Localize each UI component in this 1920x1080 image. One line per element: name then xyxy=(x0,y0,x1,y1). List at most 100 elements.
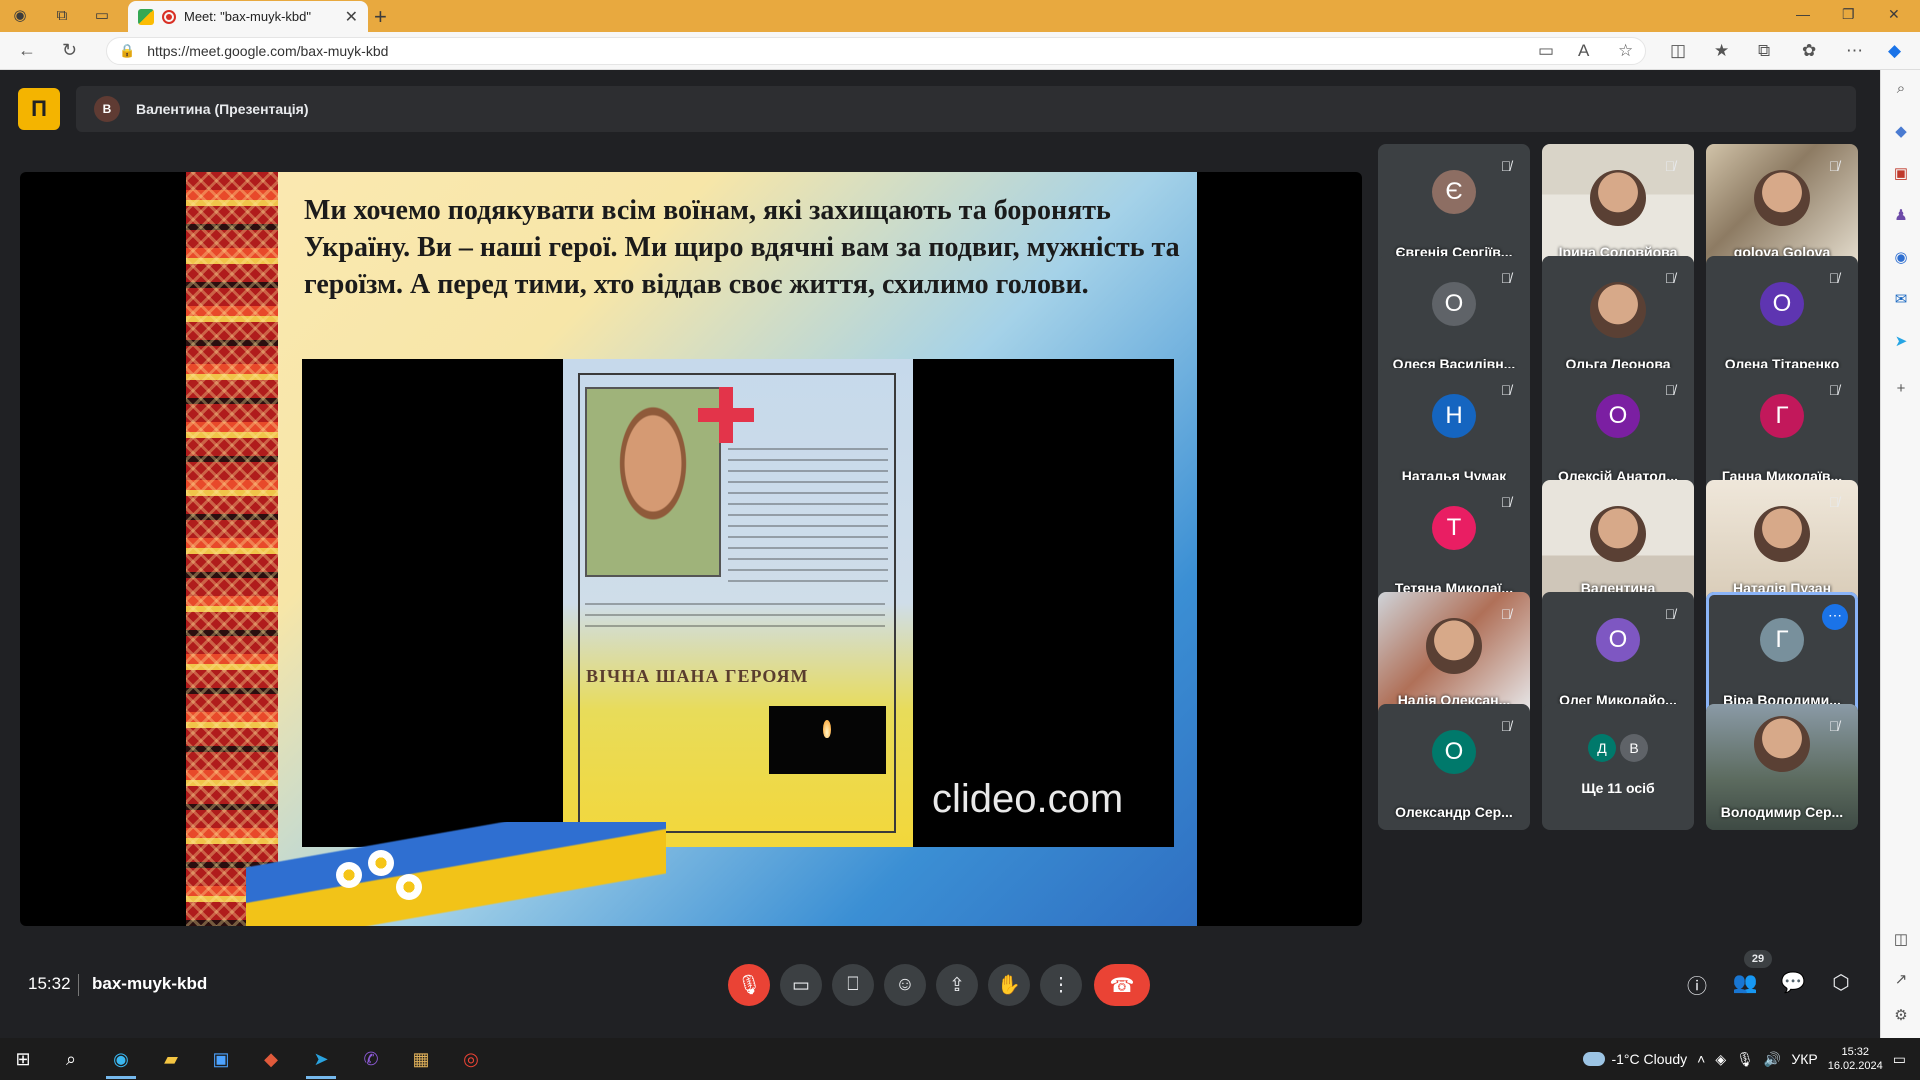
presenter-label: Валентина (Презентація) xyxy=(136,101,309,117)
camera-button[interactable]: ▭ xyxy=(780,964,822,1006)
participant-tile[interactable]: Д В Ще 11 осіб xyxy=(1542,704,1694,830)
viber-icon[interactable]: ✆ xyxy=(358,1046,384,1072)
chrome-icon[interactable]: ◎ xyxy=(458,1046,484,1072)
participant-tile[interactable]: Є 🎙̸ Євгенія Сергіїв... xyxy=(1378,144,1530,270)
microphone-icon[interactable]: 🎙 xyxy=(1736,1051,1754,1068)
edge-icon[interactable]: ◉ xyxy=(108,1046,134,1072)
present-button[interactable]: ⇪ xyxy=(936,964,978,1006)
more-options-button[interactable]: ⋮ xyxy=(1040,964,1082,1006)
games-icon[interactable]: ♟ xyxy=(1891,206,1911,226)
participant-tile[interactable]: О 🎙̸ Олексій Анатол... xyxy=(1542,368,1694,494)
back-icon[interactable]: ← xyxy=(18,40,36,61)
read-aloud-icon[interactable]: A xyxy=(1578,41,1589,61)
tools-icon[interactable]: ▣ xyxy=(1891,164,1911,184)
control-bar: 15:32 bax-muyk-kbd 🎙 ▭ ⎕ ☺ ⇪ ✋ ⋮ ☎ ⓘ 👥 2… xyxy=(0,950,1880,1038)
input-language[interactable]: УКР xyxy=(1791,1051,1817,1067)
participant-name: Ще 11 осіб xyxy=(1581,780,1655,796)
emoji-button[interactable]: ☺ xyxy=(884,964,926,1006)
meeting-details-icon[interactable]: ⓘ xyxy=(1682,970,1712,1000)
participant-tile[interactable]: Г ⋯ Віра Володими... xyxy=(1706,592,1858,718)
copilot-icon[interactable]: ◆ xyxy=(1888,41,1901,61)
outlook-icon[interactable]: ✉ xyxy=(1891,290,1911,310)
workspaces-icon[interactable]: ⧉ xyxy=(52,6,72,26)
end-call-button[interactable]: ☎ xyxy=(1094,964,1150,1006)
favorite-star-icon[interactable]: ☆ xyxy=(1618,41,1633,61)
edge-sidebar: ⌕ ◆ ▣ ♟ ◉ ✉ ➤ + ◫ ↗ ⚙ xyxy=(1880,70,1920,1038)
tab-actions-icon[interactable]: ▭ xyxy=(92,6,112,26)
app-icon-2[interactable]: ▦ xyxy=(408,1046,434,1072)
office-icon[interactable]: ◉ xyxy=(1891,248,1911,268)
poster-heading: ВІЧНА ШАНА ГЕРОЯМ xyxy=(586,666,809,686)
participant-tile[interactable]: 🎙̸ Ірина Соловйова xyxy=(1542,144,1694,270)
minimize-button[interactable]: — xyxy=(1796,6,1810,22)
favorites-icon[interactable]: ★ xyxy=(1714,41,1729,61)
participant-face xyxy=(1754,716,1810,772)
daisy-icon xyxy=(368,850,394,876)
participant-tile[interactable]: Валентина xyxy=(1542,480,1694,606)
add-sidebar-icon[interactable]: + xyxy=(1891,380,1911,400)
participant-tile[interactable]: Т 🎙̸ Тетяна Миколаї... xyxy=(1378,480,1530,606)
active-indicator xyxy=(106,1076,136,1079)
notifications-icon[interactable]: ▭ xyxy=(1893,1051,1906,1068)
profile-icon[interactable]: ◉ xyxy=(10,6,30,26)
more-options-icon[interactable]: ⋯ xyxy=(1846,41,1863,61)
participant-tile[interactable]: 🎙̸ golova Golova xyxy=(1706,144,1858,270)
split-screen-icon[interactable]: ◫ xyxy=(1670,41,1686,61)
captions-button[interactable]: ⎕ xyxy=(832,964,874,1006)
participant-tile[interactable]: 🎙̸ Володимир Сер... xyxy=(1706,704,1858,830)
participant-tile[interactable]: О 🎙̸ Олена Тітаренко xyxy=(1706,256,1858,382)
poster-info-lines-2 xyxy=(585,594,885,632)
microphone-off-button[interactable]: 🎙 xyxy=(728,964,770,1006)
muted-mic-icon: 🎙̸ xyxy=(1828,494,1840,510)
search-icon[interactable]: ⌕ xyxy=(58,1046,84,1072)
presentation-icon[interactable]: П xyxy=(18,88,60,130)
app-icon[interactable]: ◆ xyxy=(258,1046,284,1072)
participant-avatar: Т xyxy=(1432,506,1476,550)
activities-icon[interactable]: ⬡ xyxy=(1826,970,1856,1000)
muted-mic-icon: 🎙̸ xyxy=(1500,494,1512,510)
camera-in-use-icon[interactable]: ▭ xyxy=(1538,41,1554,61)
address-bar[interactable]: 🔒 https://meet.google.com/bax-muyk-kbd xyxy=(106,37,1646,65)
chat-icon[interactable]: 💬 xyxy=(1778,970,1808,1000)
chevron-up-icon[interactable]: ˄ xyxy=(1697,1051,1705,1067)
external-link-icon[interactable]: ↗ xyxy=(1891,970,1911,990)
lock-icon[interactable]: 🔒 xyxy=(119,43,135,59)
participant-tile[interactable]: О 🎙̸ Олеся Василівн... xyxy=(1378,256,1530,382)
meeting-code: bax-muyk-kbd xyxy=(92,974,208,993)
participant-tile[interactable]: 🎙̸ Ольга Леонова xyxy=(1542,256,1694,382)
slide-video: ВІЧНА ШАНА ГЕРОЯМ clideo.com xyxy=(302,359,1174,847)
active-tab[interactable]: Meet: "bax-muyk-kbd" ✕ xyxy=(128,1,368,32)
weather-widget[interactable]: -1°C Cloudy xyxy=(1583,1051,1687,1067)
muted-mic-icon: 🎙̸ xyxy=(1664,270,1676,286)
settings-icon[interactable]: ⚙ xyxy=(1891,1006,1911,1026)
file-explorer-icon[interactable]: ▰ xyxy=(158,1046,184,1072)
participant-tile[interactable]: 🎙̸ Надія Олексан... xyxy=(1378,592,1530,718)
telegram-icon[interactable]: ➤ xyxy=(308,1046,334,1072)
participant-tile[interactable]: О 🎙̸ Олександр Сер... xyxy=(1378,704,1530,830)
close-window-button[interactable]: ✕ xyxy=(1888,6,1900,23)
taskbar-clock[interactable]: 15:32 16.02.2024 xyxy=(1828,1045,1883,1073)
speaker-icon[interactable]: 🔊 xyxy=(1764,1051,1781,1068)
people-icon[interactable]: 👥 xyxy=(1730,970,1760,1000)
restore-button[interactable]: ❐ xyxy=(1842,6,1855,23)
network-icon[interactable]: ◈ xyxy=(1715,1051,1726,1068)
muted-mic-icon: 🎙̸ xyxy=(1828,382,1840,398)
new-tab-button[interactable]: + xyxy=(374,4,387,30)
store-icon[interactable]: ▣ xyxy=(208,1046,234,1072)
participant-tile[interactable]: О 🎙̸ Олег Миколайо... xyxy=(1542,592,1694,718)
telegram-icon[interactable]: ➤ xyxy=(1891,332,1911,352)
participant-tile[interactable]: 🎙̸ Наталія Пузан xyxy=(1706,480,1858,606)
close-tab-icon[interactable]: ✕ xyxy=(345,7,358,27)
refresh-icon[interactable]: ↻ xyxy=(62,40,77,61)
participant-tile[interactable]: Г 🎙̸ Ганна Миколаїв... xyxy=(1706,368,1858,494)
collections-icon[interactable]: ⧉ xyxy=(1758,41,1770,61)
tile-more-icon[interactable]: ⋯ xyxy=(1822,604,1848,630)
sidebar-layout-icon[interactable]: ◫ xyxy=(1891,930,1911,950)
search-icon[interactable]: ⌕ xyxy=(1891,80,1911,100)
windows-start-icon[interactable]: ⊞ xyxy=(10,1046,36,1072)
raise-hand-button[interactable]: ✋ xyxy=(988,964,1030,1006)
extensions-icon[interactable]: ✿ xyxy=(1802,41,1816,61)
participant-tile[interactable]: Н 🎙̸ Наталья Чумак xyxy=(1378,368,1530,494)
watermark: clideo.com xyxy=(932,777,1124,821)
tag-icon[interactable]: ◆ xyxy=(1891,122,1911,142)
